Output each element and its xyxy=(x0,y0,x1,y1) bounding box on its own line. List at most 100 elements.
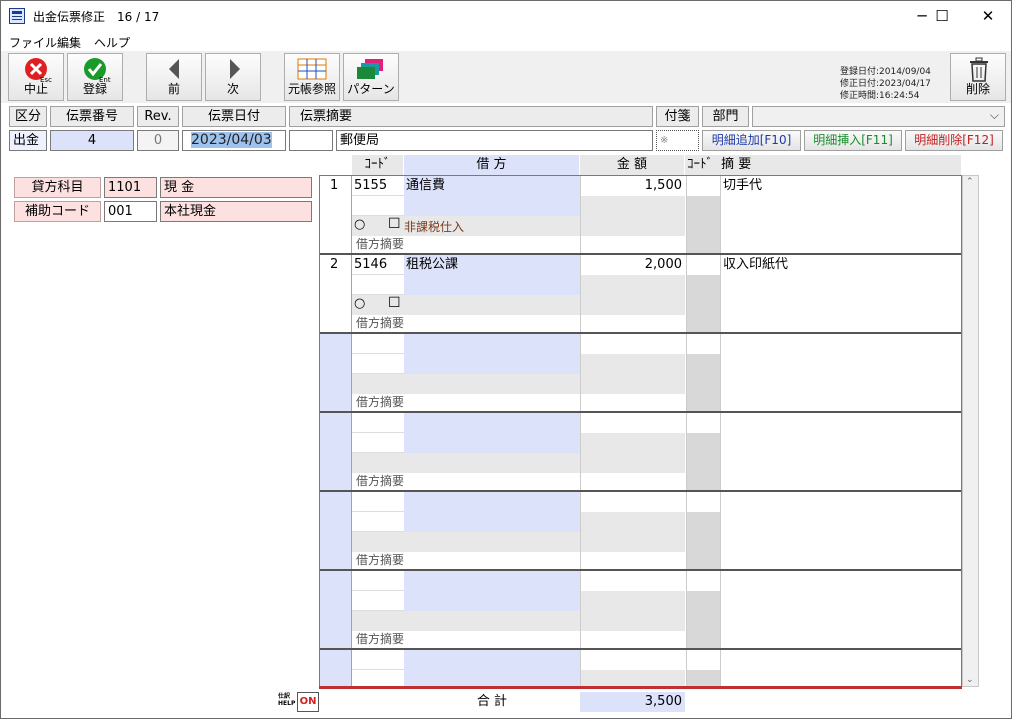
memo-code-input[interactable] xyxy=(686,255,720,275)
memo-code-input[interactable] xyxy=(686,492,720,512)
amount-input[interactable] xyxy=(580,492,685,512)
ledger-icon xyxy=(297,58,327,80)
amount-input[interactable] xyxy=(580,413,685,433)
vertical-scrollbar[interactable]: ⌃ ⌄ xyxy=(962,175,979,687)
memo-input[interactable] xyxy=(720,334,961,411)
debit-sub-code-input[interactable] xyxy=(352,670,404,686)
save-button[interactable]: Ent 登録 xyxy=(67,53,123,101)
sub-code-input[interactable]: 001 xyxy=(104,201,157,222)
journal-row xyxy=(320,650,961,686)
row-number-text: 1 xyxy=(330,178,339,193)
journal-row: 借方摘要 xyxy=(320,571,961,650)
debit-sub-name xyxy=(404,512,580,532)
memo-code-input[interactable] xyxy=(686,334,720,354)
memo-code-area xyxy=(686,512,720,569)
debit-sub-code-input[interactable] xyxy=(352,512,404,532)
memo-input[interactable] xyxy=(720,492,961,569)
delete-line-button[interactable]: 明細削除[F12] xyxy=(905,130,1003,151)
label-tag: 付箋 xyxy=(656,106,699,127)
label-number: 伝票番号 xyxy=(50,106,134,127)
help-toggle[interactable]: ON xyxy=(297,692,319,712)
add-line-button[interactable]: 明細追加[F10] xyxy=(702,130,801,151)
totals-divider xyxy=(319,686,962,689)
memo-code-area xyxy=(686,670,720,686)
tax-label: 非課税仕入 xyxy=(404,220,465,234)
menu-help[interactable]: ヘルプ xyxy=(94,34,130,51)
debit-code-input[interactable]: 5146 xyxy=(352,255,404,275)
dept-select[interactable]: ⌵ xyxy=(752,106,1005,127)
tax-row xyxy=(352,611,580,631)
amount-input[interactable] xyxy=(580,650,685,670)
scroll-down-icon[interactable]: ⌄ xyxy=(966,675,974,685)
left-arrow-icon xyxy=(169,59,179,79)
amount-input[interactable] xyxy=(580,571,685,591)
help-icon[interactable]: 仕訳 HELP xyxy=(278,693,296,711)
maximize-button[interactable]: ☐ xyxy=(919,1,965,31)
prev-button[interactable]: 前 xyxy=(146,53,202,101)
next-button[interactable]: 次 xyxy=(205,53,261,101)
memo-input[interactable]: 収入印紙代 xyxy=(720,255,961,332)
amount-tax xyxy=(580,611,685,631)
menu-edit[interactable]: 編集 xyxy=(57,34,81,51)
tax-checkbox[interactable]: ☐ xyxy=(388,216,401,232)
debit-code-input[interactable] xyxy=(352,492,404,512)
debit-code-input[interactable] xyxy=(352,334,404,354)
debit-sub-code-input[interactable] xyxy=(352,591,404,611)
debit-sub-code-input[interactable] xyxy=(352,196,404,216)
pattern-button[interactable]: パターン xyxy=(343,53,399,101)
debit-code-input[interactable]: 5155 xyxy=(352,176,404,196)
toolbar: Esc 中止 Ent 登録 前 次 元帳参照 パターン 登録日付:2014/09… xyxy=(1,51,1011,103)
tag-input[interactable]: ※ xyxy=(656,130,699,151)
debit-sub-code-input[interactable] xyxy=(352,275,404,295)
memo-input[interactable]: 切手代 xyxy=(720,176,961,253)
cancel-button[interactable]: Esc 中止 xyxy=(8,53,64,101)
ledger-button[interactable]: 元帳参照 xyxy=(284,53,340,101)
tax-checkbox[interactable]: ☐ xyxy=(388,295,401,311)
amount-input[interactable]: 2,000 xyxy=(580,255,685,275)
insert-line-button[interactable]: 明細挿入[F11] xyxy=(804,130,902,151)
credit-code-input[interactable]: 1101 xyxy=(104,177,157,198)
delete-button[interactable]: 削除 xyxy=(950,53,1006,101)
ledger-label: 元帳参照 xyxy=(287,82,336,96)
kubun-value[interactable]: 出金 xyxy=(9,130,47,151)
debit-sub-name xyxy=(404,196,580,216)
scroll-up-icon[interactable]: ⌃ xyxy=(966,177,974,187)
debit-sub-code-input[interactable] xyxy=(352,433,404,453)
debit-account-name xyxy=(404,571,580,591)
debit-account-name xyxy=(404,334,580,354)
memo-code-area xyxy=(686,196,720,253)
memo-code-input[interactable] xyxy=(686,571,720,591)
debit-code-input[interactable] xyxy=(352,571,404,591)
debit-sub-code-input[interactable] xyxy=(352,354,404,374)
memo-input[interactable] xyxy=(720,571,961,648)
tax-radio[interactable]: ○ xyxy=(354,296,365,311)
summary-code-input[interactable] xyxy=(289,130,333,151)
debit-memo-label: 借方摘要 xyxy=(356,632,405,646)
close-button[interactable]: ✕ xyxy=(965,1,1011,31)
memo-code-area xyxy=(686,433,720,490)
window-title: 出金伝票修正 16 / 17 xyxy=(33,10,160,24)
amount-input[interactable] xyxy=(580,334,685,354)
debit-memo-label: 借方摘要 xyxy=(356,395,405,409)
col-header-amount: 金 額 xyxy=(580,155,685,175)
col-header-code2: ｺｰﾄﾞ xyxy=(687,157,713,172)
memo-code-area xyxy=(686,591,720,648)
tax-radio[interactable]: ○ xyxy=(354,217,365,232)
debit-account-name xyxy=(404,413,580,433)
debit-code-input[interactable] xyxy=(352,413,404,433)
memo-input[interactable] xyxy=(720,650,961,686)
menu-file[interactable]: ファイル xyxy=(9,34,57,51)
debit-sub-name xyxy=(404,670,580,686)
amount-input[interactable]: 1,500 xyxy=(580,176,685,196)
summary-input[interactable]: 郵便局 xyxy=(336,130,653,151)
debit-code-input[interactable] xyxy=(352,650,404,670)
memo-code-input[interactable] xyxy=(686,413,720,433)
number-value[interactable]: 4 xyxy=(50,130,134,151)
journal-row: 借方摘要 xyxy=(320,492,961,571)
memo-code-input[interactable] xyxy=(686,176,720,196)
memo-input[interactable] xyxy=(720,413,961,490)
prev-label: 前 xyxy=(167,82,180,96)
memo-code-input[interactable] xyxy=(686,650,720,670)
row-number xyxy=(320,571,352,648)
date-input[interactable]: 2023/04/03 xyxy=(182,130,286,151)
